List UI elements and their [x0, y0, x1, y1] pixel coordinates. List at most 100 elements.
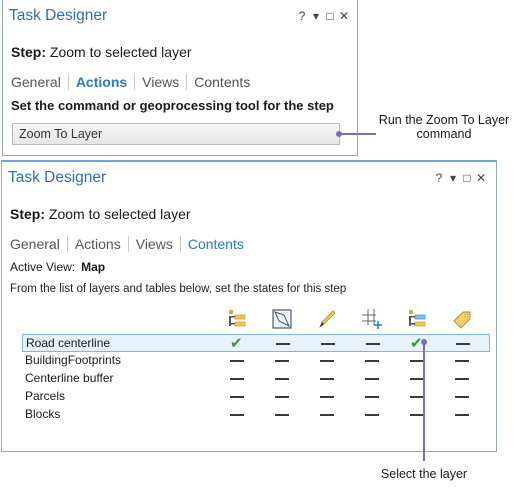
- state-cell[interactable]: [225, 388, 249, 406]
- callout-leader: [423, 343, 425, 461]
- active-view-label: Active View:: [10, 260, 76, 274]
- state-cell[interactable]: [450, 406, 474, 424]
- state-cell[interactable]: [360, 352, 384, 370]
- dash-icon: [455, 360, 469, 362]
- maximize-icon[interactable]: □: [460, 171, 474, 185]
- help-icon[interactable]: ?: [295, 9, 309, 23]
- dash-icon: [320, 378, 334, 380]
- state-cell[interactable]: [405, 370, 429, 388]
- tab-separator: [67, 74, 69, 90]
- dash-icon: [366, 343, 380, 345]
- state-cell[interactable]: [360, 406, 384, 424]
- state-cell[interactable]: [270, 352, 294, 370]
- tab-general[interactable]: General: [10, 236, 60, 252]
- state-cell[interactable]: [270, 388, 294, 406]
- menu-dropdown-icon[interactable]: ▾: [446, 171, 460, 185]
- state-cell[interactable]: [270, 370, 294, 388]
- dash-icon: [320, 396, 334, 398]
- selected-layer-icon[interactable]: [405, 307, 429, 331]
- state-cell[interactable]: [225, 352, 249, 370]
- state-cell[interactable]: ✔: [226, 335, 250, 353]
- check-icon: ✔: [230, 335, 243, 352]
- command-field[interactable]: Zoom To Layer: [12, 123, 340, 145]
- dash-icon: [275, 360, 289, 362]
- active-view: Active View: Map: [10, 260, 105, 274]
- help-icon[interactable]: ?: [432, 171, 446, 185]
- state-cell[interactable]: [225, 406, 249, 424]
- pane-title: Task Designer: [9, 7, 108, 24]
- tab-contents[interactable]: Contents: [188, 236, 244, 252]
- tab-separator: [66, 236, 68, 252]
- tab-strip: General Actions Views Contents: [10, 236, 244, 252]
- layer-name: Parcels: [25, 389, 66, 403]
- layer-name: BuildingFootprints: [25, 353, 122, 367]
- selectable-icon[interactable]: [270, 307, 294, 331]
- tab-views[interactable]: Views: [142, 74, 179, 90]
- state-cell[interactable]: [405, 352, 429, 370]
- layer-row-parcels[interactable]: Parcels: [22, 388, 490, 406]
- state-cell[interactable]: [315, 388, 339, 406]
- state-cell[interactable]: [271, 335, 295, 353]
- dash-icon: [230, 396, 244, 398]
- state-cell[interactable]: [451, 335, 475, 353]
- layer-row-blocks[interactable]: Blocks: [22, 406, 490, 424]
- layer-row-buildingfootprints[interactable]: BuildingFootprints: [22, 352, 490, 370]
- callout-command-text: Run the Zoom To Layer command: [378, 113, 510, 141]
- step-value: Zoom to selected layer: [48, 206, 191, 222]
- dash-icon: [410, 414, 424, 416]
- state-cell[interactable]: [225, 370, 249, 388]
- state-cell[interactable]: [316, 335, 340, 353]
- state-cell[interactable]: [315, 352, 339, 370]
- state-cell[interactable]: [450, 370, 474, 388]
- step-label: Step:: [11, 44, 46, 60]
- snappable-icon[interactable]: [360, 307, 384, 331]
- dash-icon: [365, 378, 379, 380]
- state-cell[interactable]: [450, 352, 474, 370]
- tab-separator: [127, 236, 129, 252]
- layer-name: Road centerline: [26, 336, 111, 350]
- menu-dropdown-icon[interactable]: ▾: [309, 9, 323, 23]
- tab-actions[interactable]: Actions: [76, 74, 127, 90]
- tab-separator: [186, 74, 188, 90]
- layer-row-centerline-buffer[interactable]: Centerline buffer: [22, 370, 490, 388]
- dash-icon: [320, 414, 334, 416]
- state-cell[interactable]: [405, 406, 429, 424]
- tab-views[interactable]: Views: [136, 236, 173, 252]
- state-cell[interactable]: [360, 388, 384, 406]
- active-view-value: Map: [81, 260, 106, 274]
- state-cell[interactable]: [315, 370, 339, 388]
- layer-row-road-centerline[interactable]: Road centerline ✔ ✔: [22, 334, 490, 352]
- state-cell[interactable]: [270, 406, 294, 424]
- window-controls: ? ▾ □ ✕: [295, 9, 351, 23]
- dash-icon: [456, 343, 470, 345]
- task-designer-pane-actions: Task Designer ? ▾ □ ✕ Step: Zoom to selecte…: [2, 0, 358, 156]
- state-cell[interactable]: [405, 388, 429, 406]
- tab-general[interactable]: General: [11, 74, 61, 90]
- tag-icon[interactable]: [450, 307, 474, 331]
- state-cell[interactable]: [450, 388, 474, 406]
- dash-icon: [275, 414, 289, 416]
- close-icon[interactable]: ✕: [474, 171, 488, 185]
- state-cell[interactable]: [360, 370, 384, 388]
- maximize-icon[interactable]: □: [323, 9, 337, 23]
- pane-title: Task Designer: [8, 169, 107, 186]
- tab-actions[interactable]: Actions: [75, 236, 121, 252]
- tab-contents[interactable]: Contents: [194, 74, 250, 90]
- dash-icon: [275, 396, 289, 398]
- dash-icon: [455, 378, 469, 380]
- dash-icon: [230, 378, 244, 380]
- dash-icon: [365, 414, 379, 416]
- dash-icon: [455, 396, 469, 398]
- close-icon[interactable]: ✕: [337, 9, 351, 23]
- state-cell[interactable]: [315, 406, 339, 424]
- layer-name: Centerline buffer: [25, 371, 114, 385]
- callout-command: Run the Zoom To Layer command: [370, 113, 517, 141]
- state-cell[interactable]: [361, 335, 385, 353]
- layer-name: Blocks: [25, 407, 61, 421]
- dash-icon: [365, 396, 379, 398]
- step-label: Step:: [10, 206, 45, 222]
- state-cell[interactable]: ✔: [406, 335, 430, 353]
- editable-icon[interactable]: [315, 307, 339, 331]
- layer-visibility-icon[interactable]: [225, 307, 249, 331]
- instructions-text: From the list of layers and tables below…: [10, 283, 347, 295]
